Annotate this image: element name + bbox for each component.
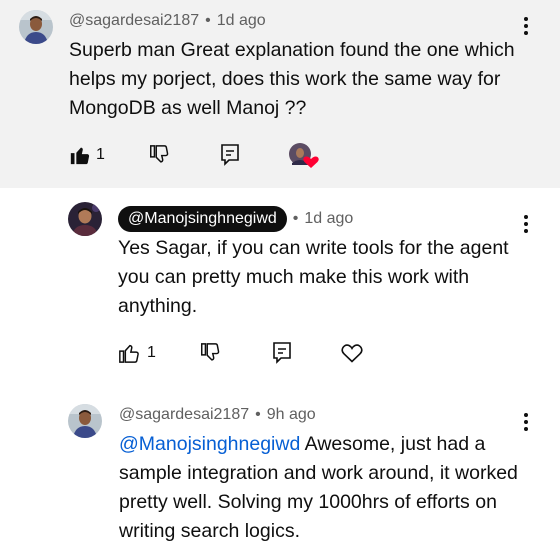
timestamp: 1d ago — [304, 210, 354, 227]
avatar[interactable] — [68, 404, 102, 438]
avatar[interactable] — [19, 10, 53, 44]
like-count: 1 — [147, 344, 156, 361]
comment-meta: @sagardesai2187 • 1d ago — [69, 12, 266, 29]
comment-meta: @sagardesai2187 • 9h ago — [119, 406, 316, 423]
mention-link[interactable]: @Manojsinghnegiwd — [119, 433, 300, 455]
author-name[interactable]: @sagardesai2187 — [69, 12, 199, 29]
comment-text: @Manojsinghnegiwd Awesome, just had a sa… — [119, 430, 529, 546]
reply-icon[interactable] — [219, 143, 241, 172]
comment-3: @sagardesai2187 • 9h ago @Manojsinghnegiwd… — [0, 378, 560, 560]
author-name[interactable]: @sagardesai2187 — [119, 406, 249, 423]
timestamp: 9h ago — [266, 406, 316, 423]
avatar[interactable] — [68, 202, 102, 236]
comment-meta: @Manojsinghnegiwd • 1d ago — [118, 206, 353, 232]
like-count: 1 — [96, 146, 105, 163]
reply-icon[interactable] — [271, 341, 293, 370]
thumbs-up-outline-icon[interactable] — [118, 342, 140, 369]
comment-1: @sagardesai2187 • 1d ago Superb man Great … — [0, 0, 560, 188]
thumbs-down-icon[interactable] — [148, 144, 170, 171]
creator-heart-badge — [289, 143, 319, 176]
comment-2: @Manojsinghnegiwd • 1d ago Yes Sagar, if y… — [0, 188, 560, 378]
thumbs-down-icon[interactable] — [199, 342, 221, 369]
more-options-button[interactable] — [517, 212, 535, 238]
heart-icon[interactable] — [340, 341, 364, 370]
creator-badge[interactable]: @Manojsinghnegiwd — [118, 206, 287, 232]
comment-text: Yes Sagar, if you can write tools for th… — [118, 237, 509, 317]
timestamp: 1d ago — [216, 12, 266, 29]
thumbs-up-filled-icon[interactable] — [69, 144, 91, 171]
comment-text: Superb man Great explanation found the o… — [69, 39, 515, 119]
